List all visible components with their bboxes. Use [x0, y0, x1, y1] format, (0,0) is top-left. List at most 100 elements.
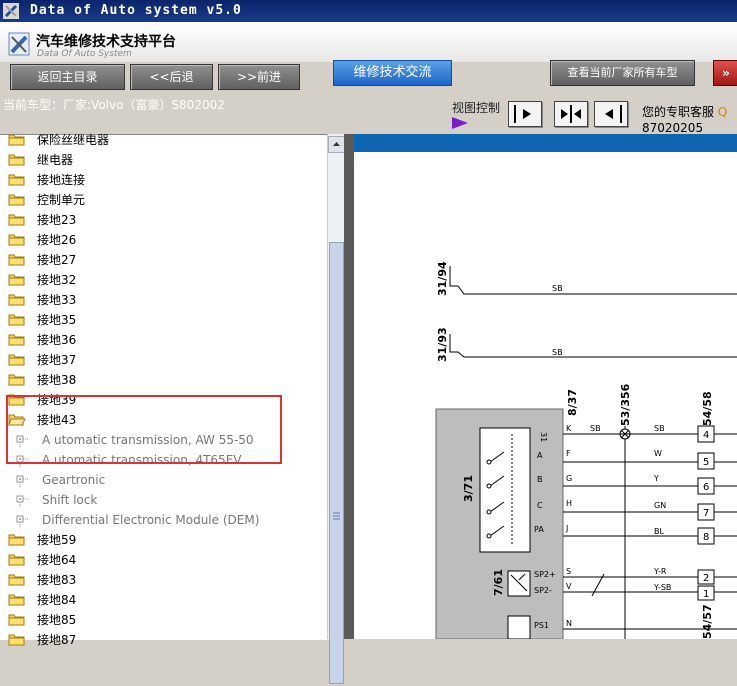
chevron-up-icon — [333, 142, 340, 146]
tree-item-label: 接地32 — [37, 273, 77, 287]
wire-color-y-sb: Y-SB — [653, 583, 671, 592]
back-to-main-button[interactable]: 返回主目录 — [10, 64, 125, 90]
tree-leaf-item[interactable]: Differential Electronic Module (DEM) — [0, 510, 326, 530]
wire-letter-v: V — [566, 582, 572, 591]
tree-folder-item[interactable]: 接地32 — [0, 270, 326, 290]
expand-left-button[interactable] — [594, 101, 628, 127]
wire-31-93 — [449, 334, 737, 358]
tree-item-label: 接地连接 — [37, 173, 86, 187]
conn-pin-1: 1 — [703, 589, 709, 600]
tree-item-label: 接地84 — [37, 593, 77, 607]
panel-divider[interactable] — [344, 134, 354, 639]
tree-folder-item[interactable]: 接地36 — [0, 330, 326, 350]
folder-icon — [8, 554, 25, 566]
diagram-top-strip — [354, 134, 737, 152]
support-text: 您的专职客服 — [642, 105, 715, 119]
wire-letter-s: S — [566, 567, 571, 576]
folder-icon — [8, 614, 25, 626]
back-button[interactable]: <<后退 — [130, 64, 213, 90]
pane-left-icon — [605, 105, 622, 123]
view-control-label: 视图控制 — [452, 101, 501, 115]
tree-item-label: 接地87 — [37, 633, 77, 647]
conn-pin-4: 4 — [703, 430, 709, 441]
wire-color-sb: SB — [590, 424, 601, 433]
folder-icon — [8, 594, 25, 606]
app-title: 汽车维修技术支持平台 — [36, 34, 176, 50]
split-view-button[interactable] — [554, 101, 588, 127]
close-button[interactable]: » — [713, 60, 737, 86]
tree-item-label: 接地38 — [37, 373, 77, 387]
tree-folder-item[interactable]: 接地59 — [0, 530, 326, 550]
switch-block — [479, 427, 531, 553]
ref-54-57: 54/57 — [701, 604, 714, 639]
tree-item-label: 接地59 — [37, 533, 77, 547]
folder-icon — [8, 254, 25, 266]
ref-31-93: 31/93 — [436, 327, 449, 362]
current-model: 当前车型：厂家:Volvo（富豪）S802002 — [3, 98, 225, 112]
scroll-up-button[interactable] — [328, 136, 345, 153]
conn-pin-2: 2 — [703, 573, 709, 584]
tree-folder-item[interactable]: 接地84 — [0, 590, 326, 610]
tree-folder-item[interactable]: 接地38 — [0, 370, 326, 390]
conn-pin-6: 6 — [703, 482, 709, 493]
pane-split-icon — [561, 105, 581, 123]
tree-folder-item[interactable]: 接地33 — [0, 290, 326, 310]
expand-right-button[interactable] — [508, 101, 542, 127]
tree-folder-item[interactable]: 接地37 — [0, 350, 326, 370]
status-row: 当前车型：厂家:Volvo（富豪）S802002 视图控制 您的专职客服 Q 8… — [0, 94, 737, 135]
view-control-arrow-icon — [452, 117, 468, 129]
tree-item-label: 接地85 — [37, 613, 77, 627]
wire-label-sb-2: SB — [552, 348, 563, 357]
support-link[interactable]: Q — [718, 105, 727, 119]
col-label-53-356: 53/356 — [619, 383, 632, 426]
tree-item-label: Differential Electronic Module (DEM) — [42, 513, 260, 527]
tree-item-label: 接地83 — [37, 573, 77, 587]
forward-button[interactable]: >>前进 — [218, 64, 300, 90]
tree-folder-item[interactable]: 接地87 — [0, 630, 326, 650]
wiring-diagram: 31/94 SB 31/93 SB 8/37 53/356 54/58 3/71… — [354, 134, 737, 639]
tree-item-label: 继电器 — [37, 153, 74, 167]
tree-item-label: Shift lock — [42, 493, 98, 507]
pane-right-icon — [514, 105, 531, 123]
tree-folder-item[interactable]: 接地35 — [0, 310, 326, 330]
tree-scrollbar[interactable] — [327, 134, 345, 684]
conn-pin-8: 8 — [703, 532, 709, 543]
tree-folder-item[interactable]: 接地64 — [0, 550, 326, 570]
wire-letter-n: N — [566, 619, 572, 628]
tree-item-label: Geartronic — [42, 473, 106, 487]
tree-leaf-item[interactable]: Geartronic — [0, 470, 326, 490]
tree-node-icon — [16, 475, 29, 487]
tree-folder-item[interactable]: 接地连接 — [0, 170, 326, 190]
tree-folder-item[interactable]: 接地26 — [0, 230, 326, 250]
tree-item-label: 接地33 — [37, 293, 77, 307]
tree-folder-item[interactable]: 接地27 — [0, 250, 326, 270]
app-header: 汽车维修技术支持平台 Data Of Auto System — [0, 22, 737, 62]
wrench-logo-icon — [8, 32, 30, 56]
folder-icon — [8, 334, 25, 346]
folder-icon — [8, 274, 25, 286]
col-label-8-37: 8/37 — [566, 389, 579, 416]
wire-31-94 — [449, 266, 737, 295]
tree-folder-item[interactable]: 控制单元 — [0, 190, 326, 210]
folder-icon — [8, 234, 25, 246]
folder-icon — [8, 174, 25, 186]
tree-folder-item[interactable]: 接地23 — [0, 210, 326, 230]
scroll-thumb[interactable] — [329, 242, 344, 684]
view-all-models-button[interactable]: 查看当前厂家所有车型 — [550, 60, 695, 86]
sp2-plus-label: SP2+ — [534, 570, 556, 579]
support-label: 您的专职客服 Q — [642, 103, 727, 120]
folder-icon — [8, 194, 25, 206]
tree-folder-item[interactable]: 继电器 — [0, 150, 326, 170]
pin-c: C — [537, 501, 543, 510]
tree-leaf-item[interactable]: Shift lock — [0, 490, 326, 510]
wire-letter-k: K — [566, 424, 572, 433]
selection-highlight-box — [6, 395, 282, 464]
tree-item-label: 控制单元 — [37, 193, 86, 207]
wire-color-gn: GN — [654, 501, 666, 510]
tree-folder-item[interactable]: 接地85 — [0, 610, 326, 630]
tree-folder-item[interactable]: 接地83 — [0, 570, 326, 590]
tech-exchange-button[interactable]: 维修技术交流 — [333, 60, 452, 86]
wire-letter-f: F — [566, 449, 571, 458]
folder-icon — [8, 574, 25, 586]
tree-folder-item[interactable]: 保险丝继电器 — [0, 130, 326, 150]
